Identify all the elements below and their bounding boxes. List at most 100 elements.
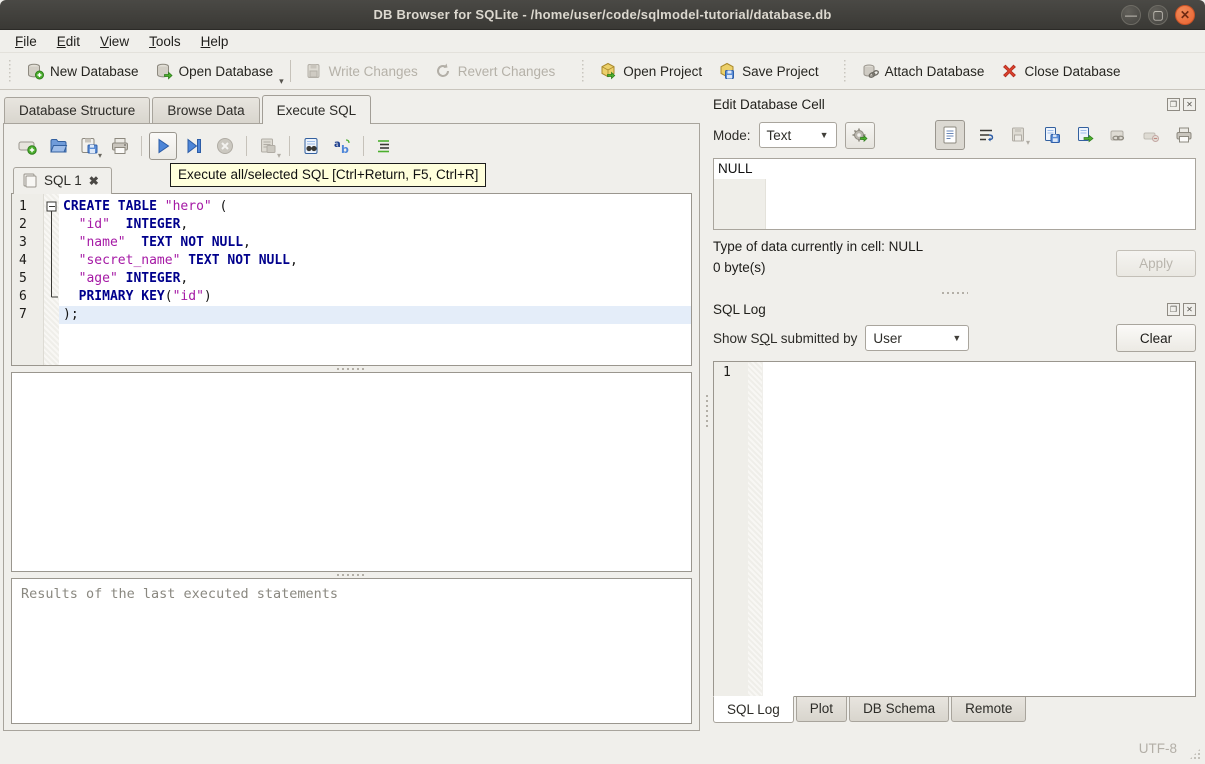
save-sql-dropdown-arrow[interactable]: ▾ (98, 151, 102, 160)
main-tab-bar: Database Structure Browse Data Execute S… (0, 90, 704, 124)
find-button[interactable] (297, 132, 325, 160)
tab-database-structure[interactable]: Database Structure (4, 97, 151, 124)
close-database-button[interactable]: Close Database (992, 57, 1128, 85)
code-area[interactable]: CREATE TABLE "hero" ( "id" INTEGER, "nam… (59, 194, 691, 365)
tab-execute-sql[interactable]: Execute SQL (261, 95, 372, 124)
save-cell-button[interactable]: ▾ (1007, 123, 1031, 147)
format-lines-icon (375, 136, 395, 156)
save-project-label: Save Project (742, 63, 819, 79)
menu-file[interactable]: File (6, 32, 46, 51)
edit-cell-close-button[interactable]: ✕ (1183, 97, 1196, 111)
dock-tab-plot[interactable]: Plot (795, 697, 848, 722)
encoding-indicator[interactable]: UTF-8 (1139, 741, 1177, 756)
cell-value-editor[interactable]: NULL (713, 158, 1196, 230)
link-icon (1109, 126, 1127, 144)
sql-log-editor[interactable]: 1 (713, 361, 1196, 697)
save-cell-dropdown-arrow[interactable]: ▾ (1026, 138, 1030, 147)
print-sql-button[interactable] (106, 132, 134, 160)
attach-database-button[interactable]: Attach Database (853, 57, 993, 85)
sql-log-close-button[interactable]: ✕ (1183, 302, 1196, 316)
code-line[interactable]: CREATE TABLE "hero" ( (59, 198, 691, 216)
menu-help[interactable]: Help (192, 32, 238, 51)
submitted-by-combobox[interactable]: User ▼ (865, 325, 970, 351)
cell-log-splitter[interactable] (713, 288, 1196, 298)
save-project-icon (718, 62, 736, 80)
fold-marker[interactable] (44, 198, 59, 328)
close-database-icon (1000, 62, 1018, 80)
import-cell-button[interactable] (1040, 123, 1064, 147)
save-sql-file-icon (79, 136, 99, 156)
open-project-button[interactable]: Open Project (591, 57, 710, 85)
open-database-button[interactable]: Open Database (147, 57, 282, 85)
result-grid-pane[interactable] (11, 372, 692, 572)
execution-messages-pane[interactable]: Results of the last executed statements (11, 578, 692, 724)
tab-browse-data[interactable]: Browse Data (152, 97, 260, 124)
sql-log-title: SQL Log (713, 301, 766, 317)
sql-code-editor[interactable]: 1 2 3 4 5 6 7 CREATE TABLE "hero" ( "id" INTEG… (11, 193, 692, 366)
revert-changes-button[interactable]: Revert Changes (426, 57, 564, 85)
mode-combobox[interactable]: Text ▼ (758, 122, 837, 148)
open-url-button[interactable] (1106, 123, 1130, 147)
new-database-button[interactable]: New Database (18, 57, 147, 85)
save-results-button[interactable]: ▾ (254, 132, 282, 160)
execute-line-button[interactable] (180, 132, 208, 160)
code-line[interactable]: "age" INTEGER, (59, 270, 691, 288)
open-database-dropdown-arrow[interactable]: ▾ (279, 76, 284, 89)
minimize-button[interactable]: — (1121, 5, 1141, 25)
code-line[interactable]: "secret_name" TEXT NOT NULL, (59, 252, 691, 270)
maximize-button[interactable]: ▢ (1148, 5, 1168, 25)
sql1-tab[interactable]: SQL 1 ✖ (13, 167, 112, 194)
code-line[interactable]: ); (59, 306, 691, 324)
line-number: 6 (19, 289, 27, 304)
toolbar-drag-handle-3[interactable] (842, 60, 849, 82)
toolbar-drag-handle-2[interactable] (581, 60, 588, 82)
format-sql-button[interactable] (371, 132, 399, 160)
dock-tab-db-schema[interactable]: DB Schema (849, 697, 950, 722)
toolbar-drag-handle[interactable] (8, 60, 14, 82)
open-sql-file-button[interactable] (44, 132, 72, 160)
close-button[interactable]: ✕ (1175, 5, 1195, 25)
stop-button[interactable] (211, 132, 239, 160)
menu-edit[interactable]: Edit (48, 32, 89, 51)
print-icon (110, 136, 130, 156)
clear-log-button[interactable]: Clear (1116, 324, 1196, 352)
menu-view[interactable]: View (91, 32, 138, 51)
app-window: DB Browser for SQLite - /home/user/code/… (0, 0, 1205, 764)
execute-all-button[interactable] (149, 132, 177, 160)
word-wrap-button[interactable] (974, 123, 998, 147)
log-fold-margin (748, 362, 763, 696)
code-line[interactable]: PRIMARY KEY("id") (59, 288, 691, 306)
close-tab-icon[interactable]: ✖ (89, 174, 99, 188)
sql-log-float-button[interactable]: ❐ (1167, 302, 1180, 316)
save-project-button[interactable]: Save Project (710, 57, 827, 85)
code-line[interactable]: "name" TEXT NOT NULL, (59, 234, 691, 252)
save-results-dropdown-arrow[interactable]: ▾ (277, 151, 281, 160)
resize-grip[interactable] (1189, 748, 1201, 760)
sql-toolbar: ▾ ▾ a b (11, 129, 692, 163)
export-cell-button[interactable] (1073, 123, 1097, 147)
new-tab-icon (17, 136, 37, 156)
apply-button[interactable]: Apply (1116, 250, 1196, 277)
menu-tools[interactable]: Tools (140, 32, 190, 51)
write-changes-button[interactable]: Write Changes (297, 57, 426, 85)
submitted-by-value: User (873, 330, 902, 346)
gear-arrow-icon (851, 127, 868, 144)
chevron-down-icon: ▼ (819, 130, 829, 140)
auto-apply-button[interactable] (844, 121, 875, 149)
text-mode-button[interactable] (935, 120, 965, 150)
line-number-margin: 1 2 3 4 5 6 7 (12, 194, 44, 365)
log-line-number-margin: 1 (714, 362, 748, 696)
save-sql-file-button[interactable]: ▾ (75, 132, 103, 160)
sql-toolbar-separator-2 (246, 136, 247, 156)
dock-tab-sql-log[interactable]: SQL Log (713, 696, 794, 723)
code-line[interactable]: "id" INTEGER, (59, 216, 691, 234)
edit-cell-float-button[interactable]: ❐ (1167, 97, 1180, 111)
set-null-button[interactable] (1139, 123, 1163, 147)
revert-changes-label: Revert Changes (457, 63, 556, 79)
replace-button[interactable]: ab (328, 132, 356, 160)
export-cell-icon (1076, 126, 1094, 144)
new-sql-tab-button[interactable] (13, 132, 41, 160)
fold-margin[interactable] (44, 194, 59, 365)
dock-tab-remote[interactable]: Remote (951, 697, 1027, 722)
print-cell-button[interactable] (1172, 123, 1196, 147)
